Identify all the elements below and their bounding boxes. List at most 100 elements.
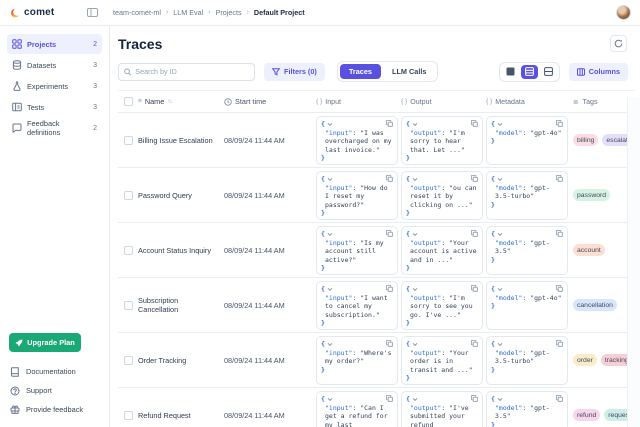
breadcrumb-workspace[interactable]: team-comet-ml [113,8,161,17]
breadcrumb-projects[interactable]: Projects [216,8,242,17]
sidebar-item-projects[interactable]: Projects 2 [7,34,102,54]
row-checkbox[interactable] [124,301,133,310]
tag-pill[interactable]: refund [573,409,600,421]
breadcrumb-llm-eval[interactable]: LLM Eval [173,8,203,17]
copy-icon[interactable] [556,120,563,127]
column-header-input[interactable]: Input [325,98,341,106]
tag-pill[interactable]: billing [573,134,598,146]
sidebar-item-provide-feedback[interactable]: Provide feedback [7,400,102,419]
metadata-json-cell[interactable]: { "model": "gpt-3.5-turbo" } [486,171,568,220]
sort-icon[interactable]: ↑↓ [167,99,171,105]
table-row[interactable]: Subscription Cancellation 08/09/24 11:44… [118,278,635,333]
input-json-cell[interactable]: { "input": "I want to cancel my subscrip… [316,281,398,330]
chevron-down-icon[interactable] [327,122,333,127]
chevron-down-icon[interactable] [497,122,503,127]
column-header-metadata[interactable]: Metadata [495,98,525,106]
trace-name[interactable]: Billing Issue Escalation [138,136,224,145]
metadata-json-cell[interactable]: { "model": "gpt-3.5" } [486,226,568,275]
sidebar-collapse-icon[interactable] [85,6,99,20]
copy-icon[interactable] [556,340,563,347]
output-json-cell[interactable]: { "output": "ou can reset it by clicking… [401,171,483,220]
sidebar-item-documentation[interactable]: Documentation [7,362,102,381]
sidebar-item-feedback-definitions[interactable]: Feedback definitions 2 [7,118,102,138]
copy-icon[interactable] [386,175,393,182]
column-header-tags[interactable]: Tags [583,98,598,106]
chevron-down-icon[interactable] [412,232,418,237]
filters-button[interactable]: Filters (0) [264,63,325,81]
columns-button[interactable]: Columns [569,63,628,81]
trace-name[interactable]: Subscription Cancellation [138,296,224,314]
output-json-cell[interactable]: { "output": "Your order is in transit an… [401,336,483,385]
chevron-down-icon[interactable] [497,232,503,237]
chevron-down-icon[interactable] [327,232,333,237]
chevron-down-icon[interactable] [327,177,333,182]
table-row[interactable]: Refund Request 08/09/24 11:44 AM { "inpu… [118,388,635,427]
trace-name[interactable]: Order Tracking [138,356,224,365]
row-height-large-button[interactable] [540,65,557,79]
sidebar-item-tests[interactable]: Tests 3 [7,97,102,117]
search-box[interactable] [118,63,255,81]
sidebar-item-experiments[interactable]: Experiments 3 [7,76,102,96]
row-checkbox[interactable] [124,136,133,145]
row-height-medium-button[interactable] [521,65,538,79]
trace-name[interactable]: Refund Request [138,411,224,420]
output-json-cell[interactable]: { "output": "Your account is active and … [401,226,483,275]
output-json-cell[interactable]: { "output": "I'm sorry to hear that. Let… [401,116,483,165]
tab-llm-calls[interactable]: LLM Calls [383,64,435,79]
table-row[interactable]: Billing Issue Escalation 08/09/24 11:44 … [118,113,635,168]
sidebar-item-datasets[interactable]: Datasets 3 [7,55,102,75]
comet-logo[interactable]: comet [0,7,85,18]
chevron-down-icon[interactable] [412,397,418,402]
refresh-button[interactable] [610,35,627,52]
chevron-down-icon[interactable] [412,287,418,292]
column-header-name[interactable]: Name [145,97,164,106]
chevron-down-icon[interactable] [497,177,503,182]
copy-icon[interactable] [471,340,478,347]
upgrade-plan-button[interactable]: Upgrade Plan [9,333,81,352]
copy-icon[interactable] [386,120,393,127]
chevron-down-icon[interactable] [327,397,333,402]
table-scroll-gutter[interactable] [627,97,640,427]
chevron-down-icon[interactable] [497,397,503,402]
copy-icon[interactable] [556,285,563,292]
tag-pill[interactable]: password [573,189,610,201]
trace-name[interactable]: Account Status Inquiry [138,246,224,255]
trace-name[interactable]: Password Query [138,191,224,200]
row-checkbox[interactable] [124,356,133,365]
table-row[interactable]: Account Status Inquiry 08/09/24 11:44 AM… [118,223,635,278]
row-checkbox[interactable] [124,191,133,200]
row-checkbox[interactable] [124,411,133,420]
select-all-checkbox[interactable] [124,97,133,106]
chevron-down-icon[interactable] [497,287,503,292]
copy-icon[interactable] [471,395,478,402]
row-height-small-button[interactable] [502,65,519,79]
input-json-cell[interactable]: { "input": "Where's my order?" } [316,336,398,385]
copy-icon[interactable] [386,230,393,237]
input-json-cell[interactable]: { "input": "I was overcharged on my last… [316,116,398,165]
metadata-json-cell[interactable]: { "model": "gpt-4o" } [486,281,568,330]
chevron-down-icon[interactable] [412,342,418,347]
sidebar-item-support[interactable]: Support [7,381,102,400]
copy-icon[interactable] [556,230,563,237]
chevron-down-icon[interactable] [497,342,503,347]
copy-icon[interactable] [386,340,393,347]
table-row[interactable]: Password Query 08/09/24 11:44 AM { "inpu… [118,168,635,223]
copy-icon[interactable] [471,230,478,237]
column-header-output[interactable]: Output [410,98,431,106]
input-json-cell[interactable]: { "input": "How do I reset my password?"… [316,171,398,220]
tag-pill[interactable]: cancellation [573,299,617,311]
metadata-json-cell[interactable]: { "model": "gpt-3.5" } [486,391,568,427]
copy-icon[interactable] [386,395,393,402]
tag-pill[interactable]: account [573,244,605,256]
copy-icon[interactable] [386,285,393,292]
input-json-cell[interactable]: { "input": "Can I get a refund for my la… [316,391,398,427]
chevron-down-icon[interactable] [412,177,418,182]
chevron-down-icon[interactable] [327,342,333,347]
metadata-json-cell[interactable]: { "model": "gpt-3.5-turbo" } [486,336,568,385]
output-json-cell[interactable]: { "output": "I've submitted your refund … [401,391,483,427]
row-checkbox[interactable] [124,246,133,255]
chevron-down-icon[interactable] [327,287,333,292]
copy-icon[interactable] [471,120,478,127]
input-json-cell[interactable]: { "input": "Is my account still active?"… [316,226,398,275]
copy-icon[interactable] [556,395,563,402]
